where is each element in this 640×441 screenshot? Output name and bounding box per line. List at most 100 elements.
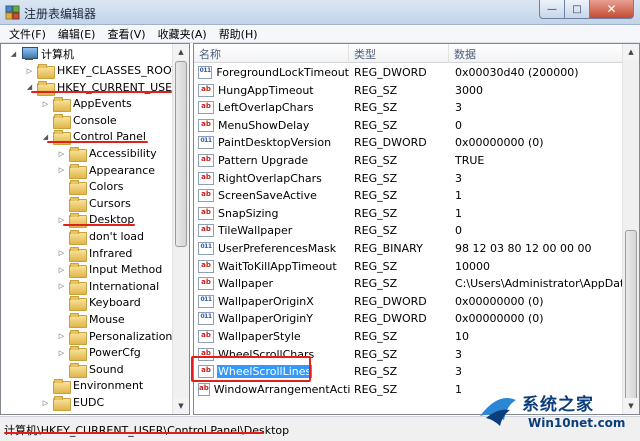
table-row[interactable]: ab WaitToKillAppTimeout REG_SZ 10000 bbox=[194, 258, 624, 275]
tree-item-label: Accessibility bbox=[89, 147, 157, 160]
expand-icon[interactable]: ▷ bbox=[41, 398, 50, 407]
title-bar: 注册表编辑器 — □ ✕ bbox=[0, 0, 640, 25]
scroll-up-icon[interactable]: ▲ bbox=[623, 44, 639, 60]
scrollbar-thumb[interactable] bbox=[625, 230, 637, 402]
value-data: 3 bbox=[455, 365, 462, 379]
table-row[interactable]: ab Pattern Upgrade REG_SZ TRUE bbox=[194, 152, 624, 169]
tree-item-colors[interactable]: Colors bbox=[57, 178, 123, 196]
expand-icon[interactable]: ▷ bbox=[41, 99, 50, 108]
expand-icon[interactable]: ▷ bbox=[57, 332, 66, 341]
value-type: REG_SZ bbox=[354, 277, 398, 291]
watermark-logo-icon bbox=[480, 398, 516, 426]
string-value-icon: ab bbox=[198, 118, 214, 132]
tree-item-mouse[interactable]: Mouse bbox=[57, 311, 125, 328]
scrollbar-thumb[interactable] bbox=[175, 61, 187, 247]
folder-icon bbox=[69, 230, 87, 245]
folder-icon bbox=[53, 396, 71, 411]
expand-icon[interactable]: ▷ bbox=[57, 249, 66, 258]
scroll-up-icon[interactable]: ▲ bbox=[173, 44, 189, 60]
collapse-icon[interactable]: ◢ bbox=[9, 49, 18, 58]
value-name: ForegroundLockTimeout bbox=[216, 66, 349, 79]
tree-item-input-method[interactable]: ▷ Input Method bbox=[57, 261, 162, 279]
tree-item-appevents[interactable]: ▷ AppEvents bbox=[41, 95, 132, 113]
tree-item-don-t-load[interactable]: don't load bbox=[57, 228, 144, 245]
value-name: WallpaperStyle bbox=[218, 330, 301, 343]
tree-item-personalization[interactable]: ▷ Personalization bbox=[57, 328, 172, 345]
table-row[interactable]: ab WallpaperStyle REG_SZ 10 bbox=[194, 328, 624, 345]
tree-scrollbar[interactable]: ▲ ▼ bbox=[172, 44, 189, 414]
string-value-icon: ab bbox=[198, 171, 214, 185]
value-name: ScreenSaveActive bbox=[218, 189, 317, 203]
no-expander bbox=[57, 315, 66, 324]
tree-item-sound[interactable]: Sound bbox=[57, 361, 124, 378]
folder-icon bbox=[69, 346, 87, 362]
table-row[interactable]: ab ScreenSaveActive REG_SZ 1 bbox=[194, 187, 624, 204]
expand-icon[interactable]: ▷ bbox=[57, 149, 66, 158]
column-header-name[interactable]: 名称 bbox=[194, 44, 349, 63]
value-name: RightOverlapChars bbox=[218, 171, 322, 185]
maximize-button[interactable]: □ bbox=[565, 0, 590, 19]
list-scrollbar[interactable]: ▲ ▼ bbox=[622, 44, 639, 414]
tree-item-label: PowerCfg bbox=[89, 346, 141, 360]
value-type: REG_SZ bbox=[354, 365, 398, 379]
tree-item-label: International bbox=[89, 279, 160, 293]
tree-item-infrared[interactable]: ▷ Infrared bbox=[57, 245, 132, 262]
tree-item-hkey-classes-root[interactable]: ▷ HKEY_CLASSES_ROOT bbox=[25, 62, 178, 79]
expand-icon[interactable]: ▷ bbox=[25, 66, 34, 75]
table-row[interactable]: ab HungAppTimeout REG_SZ 3000 bbox=[194, 82, 624, 99]
tree-item-hkey-current-user[interactable]: ◢ HKEY_CURRENT_USER bbox=[25, 79, 180, 96]
close-button[interactable]: ✕ bbox=[590, 0, 634, 19]
column-header-data[interactable]: 数据 bbox=[449, 44, 624, 63]
tree-item-accessibility[interactable]: ▷ Accessibility bbox=[57, 145, 157, 162]
watermark-url: Win10net.com bbox=[528, 416, 626, 430]
expand-icon[interactable]: ▷ bbox=[57, 348, 66, 357]
table-row[interactable]: 011 ForegroundLockTimeout REG_DWORD 0x00030… bbox=[194, 64, 624, 81]
menu-edit[interactable]: 编辑(E) bbox=[53, 26, 101, 42]
folder-icon bbox=[53, 97, 71, 113]
no-expander bbox=[41, 116, 50, 125]
tree-item-console[interactable]: Console bbox=[41, 112, 117, 129]
value-type: REG_DWORD bbox=[354, 66, 427, 79]
minimize-button[interactable]: — bbox=[539, 0, 565, 19]
binary-value-icon: 011 bbox=[198, 66, 213, 79]
table-row[interactable]: ab RightOverlapChars REG_SZ 3 bbox=[194, 170, 624, 187]
tree-item-label: Keyboard bbox=[89, 296, 141, 310]
table-row[interactable]: ab Wallpaper REG_SZ C:\Users\Administrator\… bbox=[194, 275, 624, 292]
table-row[interactable]: ab TileWallpaper REG_SZ 0 bbox=[194, 222, 624, 239]
tree-item-environment[interactable]: Environment bbox=[41, 377, 143, 395]
tree-item-eudc[interactable]: ▷ EUDC bbox=[41, 394, 104, 411]
tree-item-appearance[interactable]: ▷ Appearance bbox=[57, 162, 155, 179]
no-expander bbox=[41, 381, 50, 390]
tree-item-cursors[interactable]: Cursors bbox=[57, 195, 131, 212]
menu-file[interactable]: 文件(F) bbox=[4, 26, 51, 42]
table-row[interactable]: ab SnapSizing REG_SZ 1 bbox=[194, 205, 624, 222]
expand-icon[interactable]: ▷ bbox=[57, 166, 66, 175]
value-data: 3000 bbox=[455, 83, 483, 97]
table-row[interactable]: 011 WallpaperOriginY REG_DWORD 0x00000000 (… bbox=[194, 310, 624, 327]
value-data: 0x00000000 (0) bbox=[455, 312, 544, 326]
string-value-icon: ab bbox=[198, 382, 210, 396]
tree-item-keyboard[interactable]: Keyboard bbox=[57, 294, 141, 312]
value-type: REG_SZ bbox=[354, 189, 398, 203]
tree-item-powercfg[interactable]: ▷ PowerCfg bbox=[57, 344, 141, 362]
table-row[interactable]: 011 UserPreferencesMask REG_BINARY 98 12 03… bbox=[194, 240, 624, 257]
column-header-type[interactable]: 类型 bbox=[349, 44, 449, 63]
table-row[interactable]: 011 PaintDesktopVersion REG_DWORD 0x0000000… bbox=[194, 134, 624, 151]
folder-icon bbox=[69, 329, 87, 345]
tree-item-international[interactable]: ▷ International bbox=[57, 278, 159, 295]
expand-icon[interactable]: ▷ bbox=[57, 265, 66, 274]
menu-favorites[interactable]: 收藏夹(A) bbox=[153, 26, 212, 42]
expand-icon[interactable]: ▷ bbox=[57, 282, 66, 291]
no-expander bbox=[57, 232, 66, 241]
tree-item-computer[interactable]: ◢ 计算机 bbox=[9, 45, 74, 62]
string-value-icon: ab bbox=[198, 101, 214, 115]
no-expander bbox=[57, 298, 66, 307]
table-row[interactable]: ab MenuShowDelay REG_SZ 0 bbox=[194, 117, 624, 134]
menu-help[interactable]: 帮助(H) bbox=[214, 26, 263, 42]
table-row[interactable]: 011 WallpaperOriginX REG_DWORD 0x00000000 (… bbox=[194, 293, 624, 310]
table-row[interactable]: ab LeftOverlapChars REG_SZ 3 bbox=[194, 99, 624, 116]
scroll-down-icon[interactable]: ▼ bbox=[173, 398, 189, 414]
binary-value-icon: 011 bbox=[198, 294, 214, 308]
binary-value-icon: 011 bbox=[198, 242, 214, 255]
menu-view[interactable]: 查看(V) bbox=[102, 26, 150, 42]
